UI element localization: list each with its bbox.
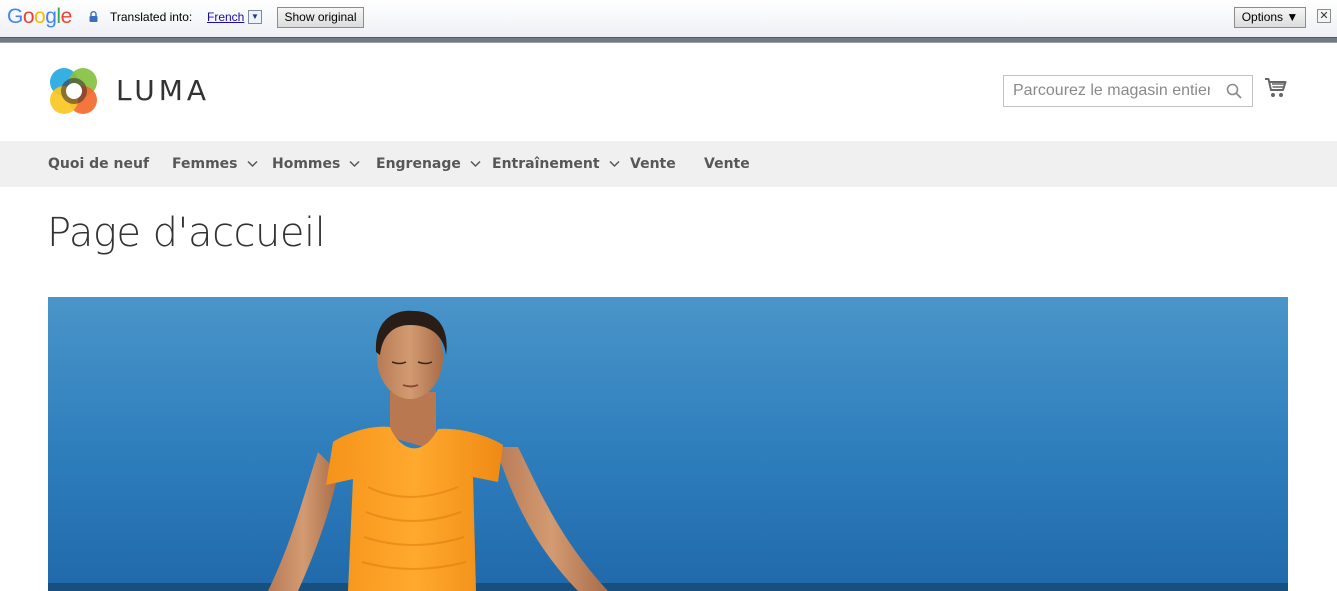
page-title: Page d'accueil <box>47 210 326 256</box>
hero-image <box>48 297 1288 591</box>
nav-item-label: Femmes <box>172 156 238 172</box>
nav-item-label: Engrenage <box>376 156 461 172</box>
luma-logo[interactable] <box>48 65 100 117</box>
language-link[interactable]: French <box>207 10 244 24</box>
chevron-down-icon <box>246 160 258 168</box>
google-logo: Google <box>7 5 72 28</box>
chevron-down-icon <box>349 160 360 168</box>
nav-item-label: Hommes <box>272 156 341 172</box>
chevron-down-icon <box>470 160 481 168</box>
brand-name[interactable]: LUMA <box>116 74 210 107</box>
nav-item-hommes[interactable]: Hommes <box>272 141 360 187</box>
main-nav: Quoi de neuf Femmes Hommes Engrenage Ent… <box>0 141 1337 187</box>
search-box[interactable] <box>1003 75 1253 107</box>
nav-item-entrainement[interactable]: Entraînement <box>492 141 620 187</box>
close-icon[interactable]: ✕ <box>1317 9 1331 23</box>
translate-bar: Google Translated into: French ▼ Show or… <box>0 0 1337 37</box>
nav-item-femmes[interactable]: Femmes <box>172 141 258 187</box>
nav-item-label: Quoi de neuf <box>48 156 150 172</box>
lock-icon <box>89 11 98 22</box>
nav-item-label: Entraînement <box>492 156 600 172</box>
site-header: LUMA <box>0 43 1337 141</box>
language-dropdown-icon[interactable]: ▼ <box>248 10 262 24</box>
nav-item-quoi-de-neuf[interactable]: Quoi de neuf <box>48 141 149 187</box>
nav-item-vente[interactable]: Vente <box>630 141 676 187</box>
search-icon[interactable] <box>1226 83 1242 99</box>
search-input[interactable] <box>1004 76 1219 106</box>
cart-icon[interactable] <box>1264 76 1288 100</box>
translated-into-label: Translated into: <box>110 10 193 24</box>
chevron-down-icon <box>609 160 620 168</box>
options-button[interactable]: Options ▼ <box>1234 7 1306 28</box>
nav-item-label: Vente <box>704 156 750 172</box>
nav-item-label: Vente <box>630 156 676 172</box>
nav-item-vente-2[interactable]: Vente <box>704 141 750 187</box>
nav-item-engrenage[interactable]: Engrenage <box>376 141 481 187</box>
show-original-button[interactable]: Show original <box>277 7 364 28</box>
hero-banner[interactable] <box>48 297 1288 591</box>
